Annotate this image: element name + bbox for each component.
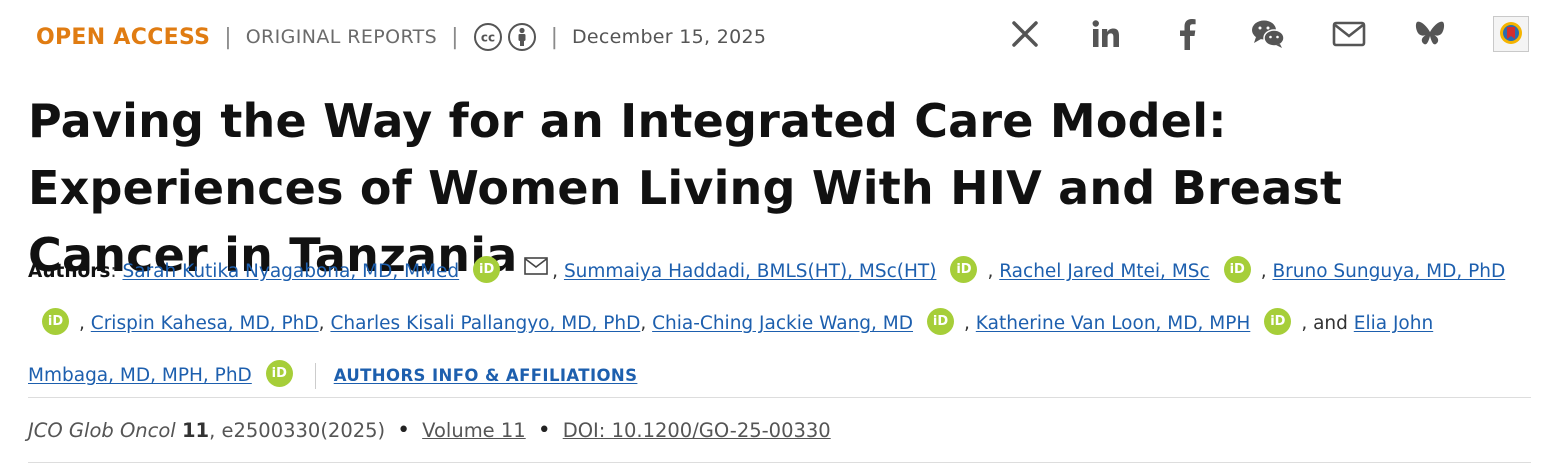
mendeley-icon[interactable] (1491, 14, 1531, 54)
cc-icon: cc (473, 23, 502, 51)
license-icons[interactable]: cc (473, 22, 537, 52)
author-link[interactable]: Bruno Sunguya, MD, PhD (1272, 261, 1505, 282)
punctuation: , (1260, 261, 1267, 282)
bullet: • (537, 418, 551, 443)
separator: | (451, 24, 459, 50)
citation-line: JCO Glob Oncol 11, e2500330(2025) • Volu… (28, 418, 831, 443)
publication-date: December 15, 2025 (571, 26, 767, 48)
orcid-icon[interactable]: iD (42, 308, 69, 335)
doi-link[interactable]: DOI: 10.1200/GO-25-00330 (563, 419, 831, 442)
orcid-icon[interactable]: iD (473, 256, 501, 283)
punctuation: , (552, 261, 559, 282)
svg-text:cc: cc (480, 31, 494, 45)
article-meta-bar: OPEN ACCESS | ORIGINAL REPORTS | cc | De… (36, 20, 766, 54)
author-link[interactable]: Chia-Ching Jackie Wang, MD (652, 313, 913, 334)
bullet: • (397, 418, 411, 443)
author-link[interactable]: Sarah Kutika Nyagabona, MD, MMed (122, 261, 459, 282)
author-link[interactable]: Rachel Jared Mtei, MSc (999, 261, 1209, 282)
punctuation: , (964, 313, 970, 334)
journal-name: JCO Glob Oncol (28, 419, 176, 442)
divider (28, 397, 1531, 398)
punctuation: , (318, 313, 325, 334)
wechat-icon[interactable] (1248, 14, 1288, 54)
share-bar (964, 14, 1531, 54)
punctuation: : (110, 261, 117, 282)
punctuation: , and (1301, 313, 1348, 334)
punctuation: , (987, 261, 994, 282)
orcid-icon[interactable]: iD (1264, 308, 1292, 335)
orcid-icon[interactable]: iD (265, 360, 293, 387)
divider (314, 363, 316, 389)
orcid-icon[interactable]: iD (950, 256, 978, 283)
punctuation: , (79, 313, 85, 334)
separator: | (224, 24, 232, 50)
author-link[interactable]: Crispin Kahesa, MD, PhD (91, 313, 319, 334)
linkedin-icon[interactable] (1086, 14, 1126, 54)
email-icon[interactable] (1329, 14, 1369, 54)
author-link[interactable]: Summaiya Haddadi, BMLS(HT), MSc(HT) (564, 261, 937, 282)
open-access-badge[interactable]: OPEN ACCESS (36, 25, 210, 50)
author-link[interactable]: Katherine Van Loon, MD, MPH (976, 313, 1251, 334)
authors-list: Authors: Sarah Kutika Nyagabona, MD, MMe… (28, 244, 1518, 402)
divider (28, 462, 1531, 463)
author-link[interactable]: Charles Kisali Pallangyo, MD, PhD (330, 313, 640, 334)
separator: | (550, 24, 558, 50)
bluesky-icon[interactable] (1410, 14, 1450, 54)
volume-number: 11 (181, 419, 210, 442)
facebook-icon[interactable] (1167, 14, 1207, 54)
by-attribution-icon (507, 23, 536, 51)
x-icon[interactable] (1005, 14, 1045, 54)
punctuation: , (640, 313, 647, 334)
authors-info-affiliations-link[interactable]: AUTHORS INFO & AFFILIATIONS (334, 366, 638, 385)
orcid-icon[interactable]: iD (1223, 256, 1251, 283)
article-id: e2500330(2025) (221, 419, 386, 442)
punctuation: , (209, 419, 216, 442)
orcid-icon[interactable]: iD (927, 308, 955, 335)
authors-label: Authors (28, 261, 111, 282)
article-type[interactable]: ORIGINAL REPORTS (246, 26, 437, 48)
volume-link[interactable]: Volume 11 (422, 419, 526, 442)
email-author-icon[interactable] (524, 244, 548, 296)
